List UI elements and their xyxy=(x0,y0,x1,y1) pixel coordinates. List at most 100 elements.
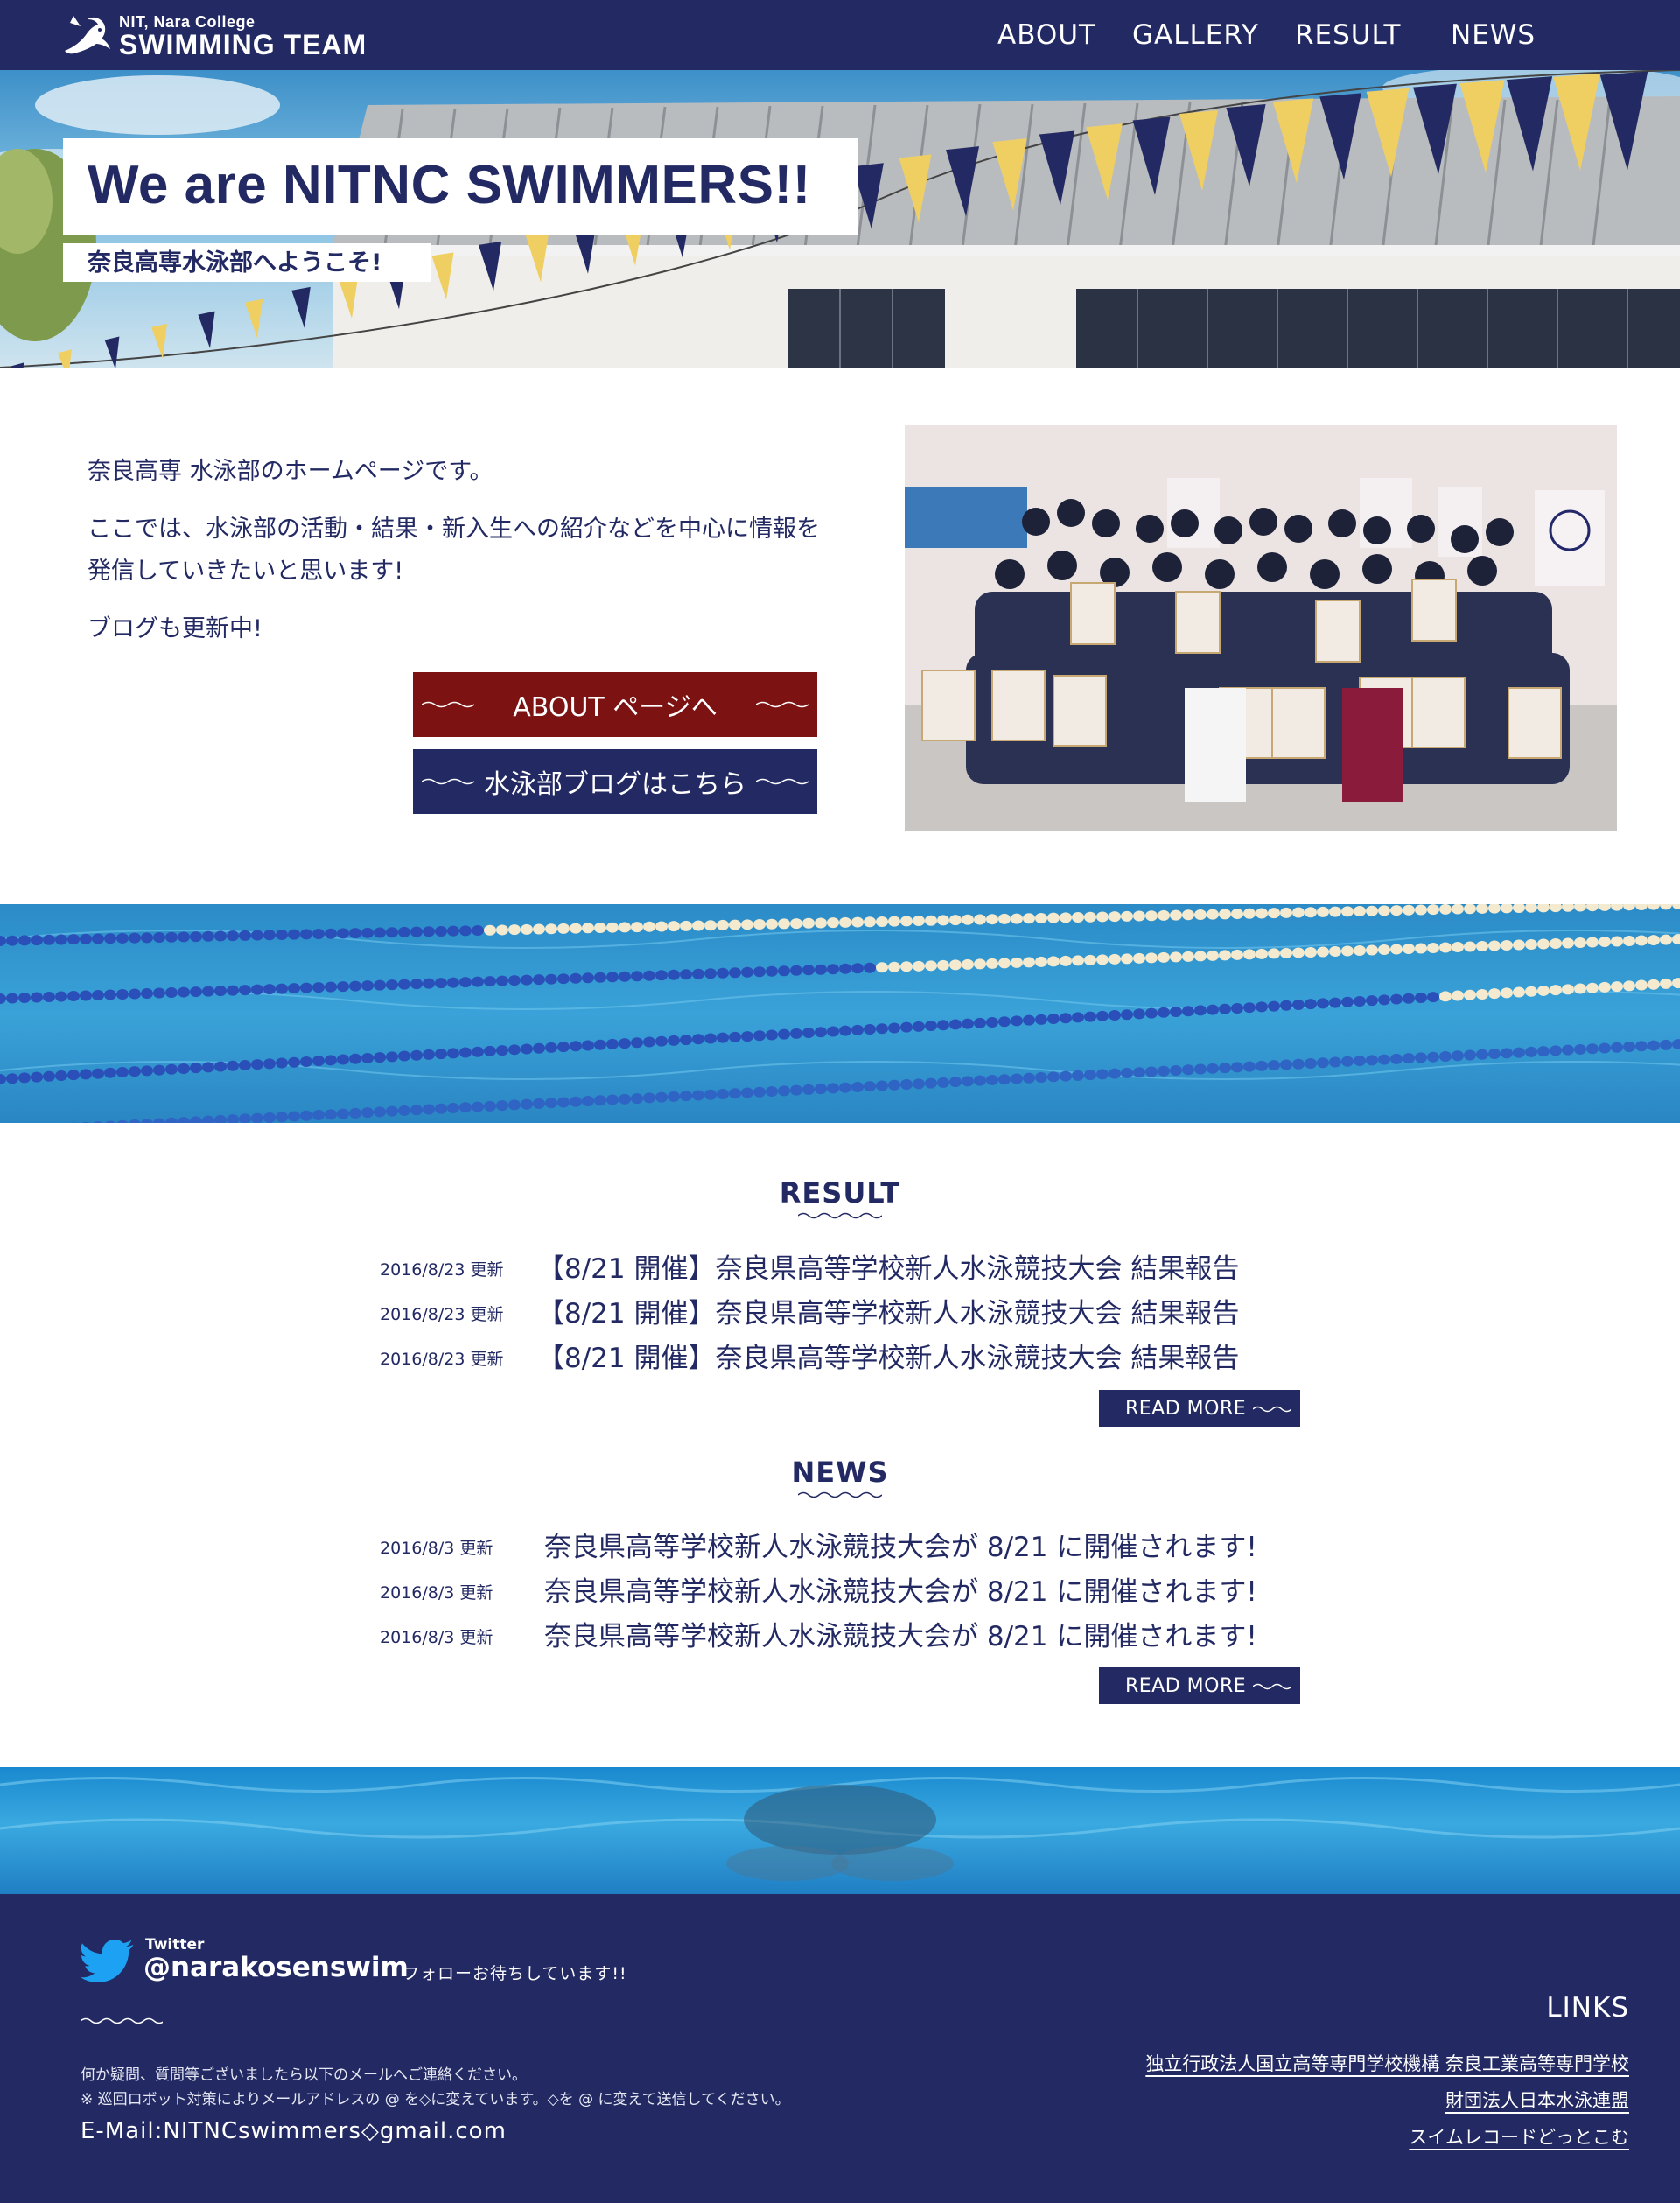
lane-rope-float xyxy=(1354,995,1366,1007)
nav-gallery[interactable]: GALLERY xyxy=(1132,19,1259,51)
lane-rope-float xyxy=(557,1097,570,1108)
lane-rope-float xyxy=(1256,948,1268,959)
lane-rope-float xyxy=(1623,904,1635,911)
lane-rope-float xyxy=(680,969,692,980)
blog-button[interactable]: 水泳部ブログはこちら xyxy=(413,749,817,814)
lane-rope-float xyxy=(962,1076,974,1087)
lane-rope-float xyxy=(410,1105,423,1116)
lane-rope-float xyxy=(435,978,447,989)
lane-rope-float xyxy=(1525,986,1537,997)
link-swim-record[interactable]: スイムレコードどっとこむ xyxy=(1409,2123,1629,2150)
intro-paragraph-1: 奈良高専 水泳部のホームページです。 xyxy=(88,458,494,485)
lane-rope-float xyxy=(472,1046,484,1057)
lane-rope-float xyxy=(141,1065,153,1077)
lane-rope-float xyxy=(1611,1042,1623,1053)
link-japan-swimming-federation[interactable]: 財団法人日本水泳連盟 xyxy=(1446,2087,1629,2113)
link-nara-kosen[interactable]: 独立行政法人国立高等専門学校機構 奈良工業高等専門学校 xyxy=(1145,2050,1629,2076)
lane-rope-float xyxy=(876,916,888,927)
lane-rope-float xyxy=(1133,910,1145,922)
site-logo[interactable]: NIT, Nara College SWIMMING TEAM xyxy=(61,12,367,60)
lane-rope-float xyxy=(202,930,214,942)
lane-rope-float xyxy=(729,1031,741,1042)
lane-rope-float xyxy=(386,1105,398,1117)
intro-paragraph-2: ここでは、水泳部の活動・結果・新入生への紹介などを中心に情報を発信していきたいと… xyxy=(88,516,820,585)
lane-rope-float xyxy=(1219,1003,1231,1014)
lane-rope-float xyxy=(606,1094,619,1105)
lane-rope-float xyxy=(864,962,876,973)
lane-rope-float xyxy=(533,1042,545,1054)
news-read-more-button[interactable]: READ MORE xyxy=(1099,1667,1300,1704)
lane-rope-float xyxy=(1623,936,1635,947)
result-link[interactable]: 【8/21 開催】奈良県高等学校新人水泳競技大会 結果報告 xyxy=(537,1246,1239,1286)
lane-rope-float xyxy=(1574,983,1586,994)
lane-rope-float xyxy=(668,921,680,932)
lane-rope-float xyxy=(484,976,496,987)
lane-rope-float xyxy=(1280,907,1292,918)
lane-rope-float xyxy=(521,1043,533,1055)
lane-rope-float xyxy=(472,976,484,987)
lane-rope-float xyxy=(1317,906,1329,917)
lane-rope-float xyxy=(1292,947,1305,958)
team-photo xyxy=(905,425,1617,831)
lane-rope-float xyxy=(447,1048,459,1059)
about-page-button-label: ABOUT ページへ xyxy=(513,692,718,723)
wave-decoration-icon xyxy=(756,778,808,785)
lane-rope-float xyxy=(398,1050,410,1062)
news-link[interactable]: 奈良県高等学校新人水泳競技大会が 8/21 に開催されます! xyxy=(544,1569,1257,1609)
lane-rope-float xyxy=(533,923,545,935)
lane-rope-float xyxy=(1525,904,1537,913)
lane-rope-float xyxy=(717,967,729,979)
lane-rope-float xyxy=(1109,953,1121,965)
lane-rope-float xyxy=(1158,1007,1170,1018)
lane-rope-float xyxy=(312,929,325,940)
news-link[interactable]: 奈良県高等学校新人水泳競技大会が 8/21 に開催されます! xyxy=(544,1525,1257,1564)
lane-rope-float xyxy=(1452,990,1464,1001)
lane-rope-float xyxy=(570,1041,582,1052)
lane-rope-float xyxy=(1158,909,1170,921)
nav-news[interactable]: NEWS xyxy=(1451,19,1536,51)
lane-rope-float xyxy=(153,987,165,999)
lane-rope-float xyxy=(18,993,31,1004)
lane-rope-float xyxy=(239,1113,251,1123)
lane-rope-float xyxy=(472,1101,484,1112)
result-read-more-button[interactable]: READ MORE xyxy=(1099,1390,1300,1427)
lane-rope-float xyxy=(680,1035,692,1046)
lane-rope-float xyxy=(1305,946,1317,958)
result-link[interactable]: 【8/21 開催】奈良県高等学校新人水泳競技大会 結果報告 xyxy=(537,1291,1239,1330)
nav-about[interactable]: ABOUT xyxy=(998,19,1096,51)
lane-rope-float xyxy=(1501,904,1513,914)
lane-rope-float xyxy=(435,925,447,937)
lane-rope-float xyxy=(582,1096,594,1106)
lane-rope-float xyxy=(1084,911,1096,923)
underwater-image xyxy=(0,1767,1680,1894)
lane-rope-float xyxy=(1329,906,1341,917)
lane-rope-float xyxy=(1378,994,1390,1006)
lane-rope-float xyxy=(190,986,202,998)
lane-rope-float xyxy=(533,1098,545,1109)
lane-rope-float xyxy=(704,968,717,979)
lane-rope-float xyxy=(141,988,153,1000)
lane-rope-float xyxy=(545,1042,557,1053)
lane-rope-float xyxy=(80,990,92,1001)
twitter-bird-icon[interactable] xyxy=(80,1938,135,1985)
lane-rope-float xyxy=(692,1034,704,1045)
lane-rope-float xyxy=(349,1107,361,1119)
logo-college-name: NIT, Nara College xyxy=(119,13,256,31)
lane-rope-float xyxy=(1378,905,1390,916)
about-page-button[interactable]: ABOUT ページへ xyxy=(413,672,817,737)
lane-rope-float xyxy=(937,1077,949,1088)
twitter-handle-link[interactable]: @narakosenswim xyxy=(144,1952,409,1983)
lane-rope-float xyxy=(1084,1070,1096,1081)
lane-rope-float xyxy=(459,925,472,937)
lane-rope-float xyxy=(472,925,484,937)
lane-rope-float xyxy=(1537,985,1550,996)
news-link[interactable]: 奈良県高等学校新人水泳競技大会が 8/21 に開催されます! xyxy=(544,1614,1257,1653)
nav-result[interactable]: RESULT xyxy=(1295,19,1401,51)
lane-rope-float xyxy=(178,1117,190,1123)
lane-rope-float xyxy=(1170,909,1182,921)
lane-rope-float xyxy=(680,1091,692,1102)
lane-rope-float xyxy=(692,968,704,979)
result-link[interactable]: 【8/21 開催】奈良県高等学校新人水泳競技大会 結果報告 xyxy=(537,1336,1239,1375)
lane-rope-float xyxy=(668,1091,680,1102)
lane-rope-float xyxy=(1231,949,1243,960)
